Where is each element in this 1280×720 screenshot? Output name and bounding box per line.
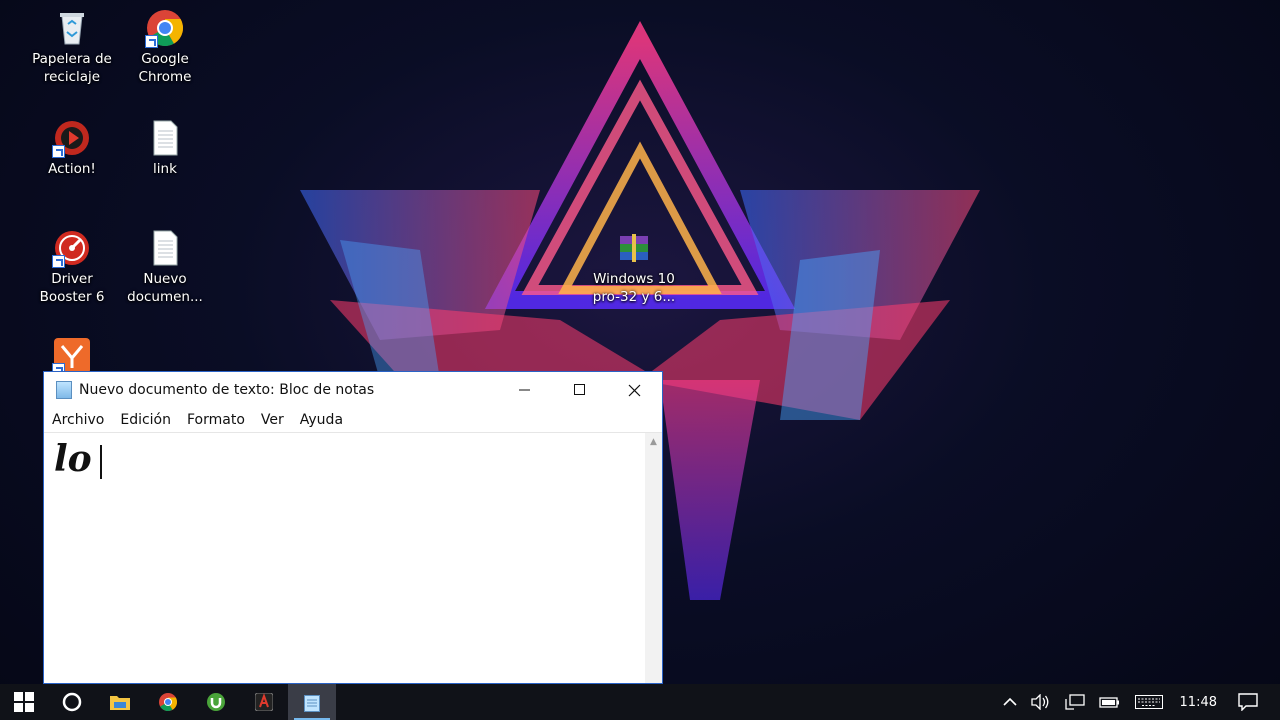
desktop-icon-recycle-bin[interactable]: Papelera de reciclaje <box>25 8 119 86</box>
notepad-title-bar[interactable]: Nuevo documento de texto: Bloc de notas <box>44 372 662 408</box>
desktop-icon-google-chrome[interactable]: Google Chrome <box>118 8 212 86</box>
maximize-button[interactable] <box>552 372 607 408</box>
desktop-icon-label: link <box>153 161 177 177</box>
keyboard-icon <box>1134 695 1163 709</box>
file-explorer-icon <box>110 696 130 710</box>
desktop-icon-label: Papelera de reciclaje <box>32 51 112 85</box>
menu-ver[interactable]: Ver <box>261 412 284 428</box>
scroll-up-icon[interactable]: ▲ <box>645 437 662 447</box>
taskbar: 11:48 <box>0 684 1280 720</box>
desktop-icon-action[interactable]: Action! <box>25 118 119 178</box>
system-tray: 11:48 <box>996 684 1280 720</box>
desktop-icon-label: Driver Booster 6 <box>39 271 105 305</box>
chrome-icon <box>145 8 185 48</box>
action-center-button[interactable] <box>1238 693 1258 711</box>
text-caret <box>100 445 102 479</box>
notepad-menu-bar: Archivo Edición Formato Ver Ayuda <box>44 408 662 432</box>
cortana-icon <box>62 692 82 712</box>
chrome-icon <box>159 693 178 712</box>
menu-ayuda[interactable]: Ayuda <box>300 412 343 428</box>
driver-booster-icon <box>52 228 92 268</box>
show-hidden-icons-button[interactable] <box>1002 697 1017 707</box>
volume-button[interactable] <box>1030 694 1051 710</box>
taskbar-clock[interactable]: 11:48 <box>1180 695 1217 710</box>
shortcut-arrow-icon <box>52 145 65 158</box>
action-icon <box>255 693 273 711</box>
network-icon <box>1064 694 1085 710</box>
notepad-window[interactable]: Nuevo documento de texto: Bloc de notas … <box>43 371 663 684</box>
minimize-button[interactable] <box>497 372 552 408</box>
notepad-icon <box>304 694 320 712</box>
minimize-icon <box>518 389 530 391</box>
desktop-icon-label: Nuevo documen... <box>127 271 203 305</box>
utorrent-icon <box>207 693 225 711</box>
start-icon <box>14 692 34 712</box>
desktop-icon-label: Action! <box>48 161 96 177</box>
text-file-icon <box>145 228 185 268</box>
volume-icon <box>1030 694 1048 710</box>
maximize-icon <box>573 384 585 395</box>
desktop-icon-nuevo-documento[interactable]: Nuevo documen... <box>118 228 212 306</box>
notepad-text-area[interactable]: lo ▲ <box>44 432 662 683</box>
close-button[interactable] <box>607 372 662 408</box>
notepad-icon <box>56 381 72 399</box>
desktop-icon-label: Windows 10 pro-32 y 6... <box>592 271 676 305</box>
window-title: Nuevo documento de texto: Bloc de notas <box>79 382 375 398</box>
desktop-icon-link[interactable]: link <box>118 118 212 178</box>
taskbar-utorrent[interactable] <box>192 684 240 720</box>
vertical-scrollbar[interactable]: ▲ <box>645 433 662 683</box>
menu-archivo[interactable]: Archivo <box>52 412 104 428</box>
recycle-bin-icon <box>52 8 92 48</box>
taskbar-file-explorer[interactable] <box>96 684 144 720</box>
menu-formato[interactable]: Formato <box>187 412 245 428</box>
cortana-button[interactable] <box>48 684 96 720</box>
app-shortcut-icon <box>52 336 92 376</box>
battery-icon <box>1098 697 1119 708</box>
touch-keyboard-button[interactable] <box>1134 695 1163 709</box>
notification-icon <box>1238 693 1258 711</box>
chevron-up-icon <box>1002 697 1017 706</box>
taskbar-chrome[interactable] <box>144 684 192 720</box>
network-button[interactable] <box>1064 694 1085 710</box>
text-file-icon <box>145 118 185 158</box>
winrar-archive-icon <box>614 228 654 268</box>
taskbar-action[interactable] <box>240 684 288 720</box>
start-button[interactable] <box>0 684 48 720</box>
close-icon <box>628 384 641 396</box>
desktop-icon-driver-booster[interactable]: Driver Booster 6 <box>25 228 119 306</box>
menu-edicion[interactable]: Edición <box>120 412 171 428</box>
shortcut-arrow-icon <box>52 255 65 268</box>
battery-button[interactable] <box>1098 695 1121 709</box>
desktop-icon-windows-10-rar[interactable]: Windows 10 pro-32 y 6... <box>587 228 681 306</box>
desktop-icon-label: Google Chrome <box>138 51 192 85</box>
shortcut-arrow-icon <box>145 35 158 48</box>
action-icon <box>52 118 92 158</box>
taskbar-notepad[interactable] <box>288 684 336 720</box>
notepad-content: lo <box>54 438 92 480</box>
